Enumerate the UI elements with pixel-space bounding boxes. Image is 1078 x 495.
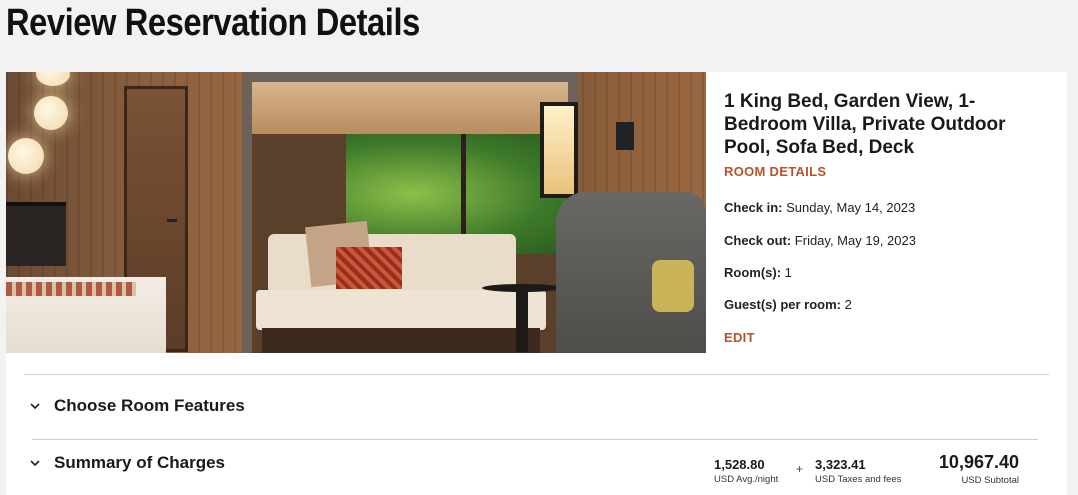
photo-armchair-cushion [652, 260, 694, 312]
subtotal-label: USD Subtotal [961, 475, 1019, 486]
avg-night-amount: 1,528.80 [714, 457, 765, 472]
reservation-card: 1 King Bed, Garden View, 1-Bedroom Villa… [6, 72, 1067, 495]
subtotal-amount: 10,967.40 [938, 452, 1019, 472]
room-details-panel: 1 King Bed, Garden View, 1-Bedroom Villa… [724, 90, 1054, 345]
room-name: 1 King Bed, Garden View, 1-Bedroom Villa… [724, 91, 1006, 158]
check-out-row: Check out: Friday, May 19, 2023 [724, 233, 916, 248]
taxes-amount: 3,323.41 [815, 457, 866, 472]
choose-room-features-label: Choose Room Features [54, 396, 245, 415]
edit-link[interactable]: EDIT [724, 330, 755, 345]
guests-value: 2 [844, 297, 852, 312]
photo-side-table [482, 284, 562, 292]
photo-window-ceiling [252, 82, 568, 134]
photo-side-table-leg [516, 292, 528, 352]
chevron-down-icon [30, 403, 40, 410]
divider [32, 439, 1038, 440]
chevron-down-icon [30, 460, 40, 467]
photo-bed-throw [6, 282, 136, 296]
rooms-value: 1 [784, 265, 792, 280]
check-in-value: Sunday, May 14, 2023 [786, 200, 916, 215]
avg-night-charge: 1,528.80 USD Avg./night [714, 457, 778, 485]
room-details-link[interactable]: ROOM DETAILS [724, 164, 826, 179]
check-in-label: Check in: [724, 200, 783, 215]
check-out-value: Friday, May 19, 2023 [794, 233, 916, 248]
subtotal-charge: 10,967.40 USD Subtotal [919, 452, 1019, 486]
avg-night-label: USD Avg./night [714, 474, 779, 485]
rooms-label: Room(s): [724, 265, 782, 280]
choose-room-features-toggle[interactable]: Choose Room Features [28, 396, 245, 416]
photo-pendant-lamp [34, 96, 68, 130]
photo-pillow [336, 247, 402, 289]
taxes-label: USD Taxes and fees [815, 474, 902, 485]
plus-sign: + [796, 462, 804, 476]
photo-door-handle [167, 219, 177, 222]
guests-row: Guest(s) per room: 2 [724, 297, 852, 312]
rooms-row: Room(s): 1 [724, 265, 792, 280]
check-out-label: Check out: [724, 233, 792, 248]
summary-of-charges-label: Summary of Charges [54, 453, 225, 472]
photo-wall-lamp [616, 122, 634, 150]
divider [24, 374, 1049, 375]
page-title: Review Reservation Details [6, 2, 420, 44]
summary-of-charges-toggle[interactable]: Summary of Charges [28, 453, 225, 473]
photo-pendant-lamp [8, 138, 44, 174]
photo-lantern [540, 102, 578, 198]
photo-sofa-seat [256, 290, 546, 330]
room-photo [6, 72, 706, 353]
taxes-charge: 3,323.41 USD Taxes and fees [815, 457, 901, 485]
photo-sofa-base [262, 328, 540, 353]
check-in-row: Check in: Sunday, May 14, 2023 [724, 200, 915, 215]
guests-label: Guest(s) per room: [724, 297, 842, 312]
photo-shelf [6, 202, 66, 266]
